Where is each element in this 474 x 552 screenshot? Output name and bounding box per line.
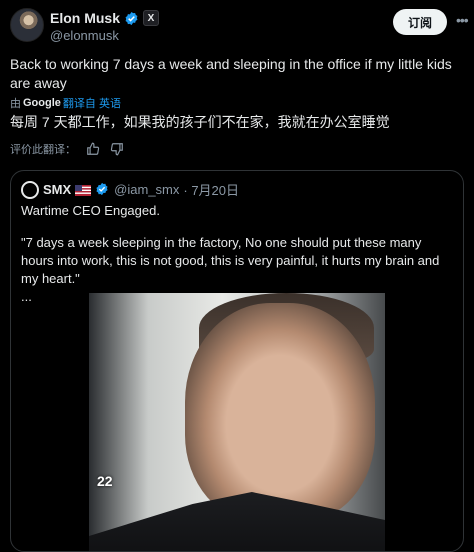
quoted-author-name[interactable]: SMX <box>43 182 71 197</box>
quoted-tweet-text: Wartime CEO Engaged. "7 days a week slee… <box>21 202 451 306</box>
author-name[interactable]: Elon Musk <box>50 10 120 26</box>
smx-avatar[interactable] <box>21 180 39 199</box>
quoted-verified-icon <box>95 182 110 197</box>
google-label: Google <box>23 97 61 109</box>
quoted-tweet[interactable]: SMX @iam_smx · 7月20日 Wartime CEO Engaged… <box>10 170 464 552</box>
rate-translation-row: 评价此翻译： <box>10 141 124 157</box>
tweet-text: Back to working 7 days a week and sleepi… <box>10 56 452 91</box>
rate-translation-label: 评价此翻译： <box>10 144 76 156</box>
quoted-line-2: "7 days a week sleeping in the factory, … <box>21 235 440 286</box>
quoted-line-1: Wartime CEO Engaged. <box>21 203 160 218</box>
translation-attribution: 由 Google 翻译自 英语 <box>10 95 121 111</box>
quoted-date[interactable]: · 7月20日 <box>183 180 239 199</box>
translated-prefix: 由 <box>10 98 21 110</box>
x-affiliate-icon: X <box>143 10 160 26</box>
thumbs-down-icon[interactable] <box>110 142 124 156</box>
verified-badge-icon <box>124 11 139 26</box>
thumbs-up-icon[interactable] <box>86 142 100 156</box>
subscribe-button[interactable]: 订阅 <box>393 9 447 35</box>
author-avatar[interactable] <box>10 8 44 42</box>
video-timer: 22 <box>97 473 113 489</box>
quoted-tweet-header: SMX @iam_smx · 7月20日 <box>21 180 239 199</box>
quoted-video[interactable]: 22 <box>89 293 385 551</box>
translated-from-link[interactable]: 翻译自 英语 <box>63 95 121 111</box>
translated-text: 每周 7 天都工作，如果我的孩子们不在家，我就在办公室睡觉 <box>10 114 390 130</box>
us-flag-icon <box>75 184 92 196</box>
author-handle[interactable]: @elonmusk <box>50 28 119 43</box>
author-name-row: Elon Musk X <box>50 10 160 26</box>
quoted-author-handle[interactable]: @iam_smx <box>114 182 179 197</box>
video-frame-face <box>185 303 375 523</box>
more-options-icon[interactable]: ••• <box>456 12 469 28</box>
